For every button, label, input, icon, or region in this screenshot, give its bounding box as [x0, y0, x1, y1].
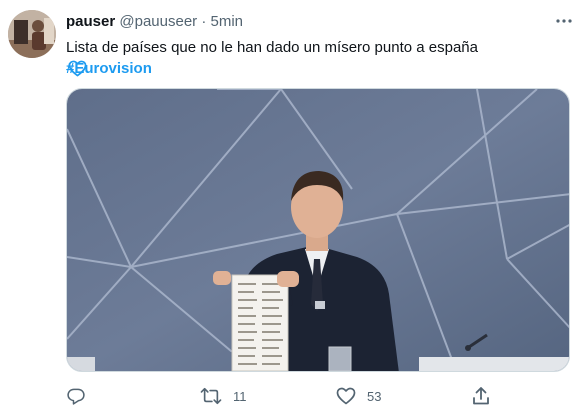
more-options-button[interactable] [553, 10, 575, 32]
separator-dot: · [201, 13, 207, 30]
tweet-timestamp[interactable]: 5min [211, 13, 244, 30]
tweet-card[interactable]: pauser @pauuseer · 5min Lista de países … [0, 0, 581, 419]
media-scene [67, 89, 569, 371]
avatar[interactable] [8, 10, 56, 58]
retweet-count: 11 [233, 388, 247, 404]
avatar-image [8, 10, 56, 58]
reply-icon [67, 388, 85, 405]
tweet-body: Lista de países que no le han dado un mí… [66, 39, 478, 56]
tweet-text: Lista de países que no le han dado un mí… [66, 37, 566, 79]
blue-heart-outline-icon [68, 60, 87, 82]
tweet-header: pauser @pauuseer · 5min [66, 13, 243, 31]
share-icon [473, 387, 489, 405]
retweet-button[interactable]: 11 [200, 384, 247, 408]
heart-icon [336, 387, 356, 405]
reply-button[interactable] [66, 384, 86, 408]
author-name[interactable]: pauser [66, 13, 115, 30]
tweet-media-gif[interactable] [66, 88, 570, 372]
author-handle[interactable]: @pauuseer [119, 13, 197, 30]
retweet-icon [200, 387, 222, 405]
share-button[interactable] [472, 384, 490, 408]
tweet-action-bar: 11 53 [66, 384, 536, 408]
like-button[interactable]: 53 [336, 384, 381, 408]
more-dots-icon [556, 19, 572, 23]
like-count: 53 [367, 388, 382, 404]
